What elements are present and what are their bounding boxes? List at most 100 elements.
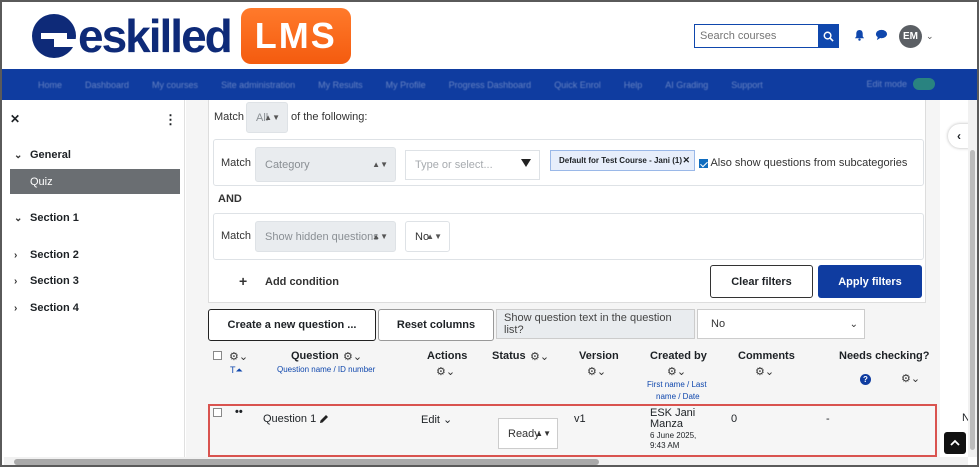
select-all-checkbox[interactable] xyxy=(213,351,222,360)
search-input[interactable] xyxy=(694,24,818,48)
subcategories-option[interactable]: Also show questions from subcategories xyxy=(699,157,907,169)
gear-icon[interactable]: ⚙⌄ xyxy=(530,350,549,363)
select-arrows-icon: ▲▼ xyxy=(535,429,551,438)
horizontal-scrollbar-thumb[interactable] xyxy=(14,459,599,465)
nav-item[interactable]: Dashboard xyxy=(85,80,129,90)
notifications-button[interactable] xyxy=(852,28,866,42)
nav-item[interactable]: My Results xyxy=(318,80,363,90)
status-select[interactable]: Ready ▲▼ xyxy=(498,418,558,449)
condition-field-select[interactable]: Show hidden questions ▲▼ xyxy=(255,221,396,252)
nav-item[interactable]: Support xyxy=(731,80,763,90)
sidebar-section-3[interactable]: › Section 3 xyxy=(14,275,79,287)
edit-mode-label: Edit mode xyxy=(866,79,907,89)
needs-checking-value: - xyxy=(826,413,830,425)
gear-icon[interactable]: ⚙⌄ xyxy=(343,350,362,363)
chip-label: Default for Test Course - Jani (1) xyxy=(559,156,682,165)
match-type-select[interactable]: All ▲▼ xyxy=(246,102,288,133)
created-by-sort-link-2[interactable]: name / Date xyxy=(656,392,700,401)
primary-navigation: Home Dashboard My courses Site administr… xyxy=(2,69,977,100)
edit-menu-label: Edit xyxy=(421,414,440,426)
subcategories-checkbox[interactable] xyxy=(699,158,708,168)
plus-icon[interactable]: + xyxy=(239,273,247,289)
sidebar-item-quiz[interactable]: Quiz xyxy=(10,169,180,194)
more-options-icon[interactable]: ⋮ xyxy=(164,112,177,128)
sidebar-section-1[interactable]: ⌄ Section 1 xyxy=(14,212,79,224)
add-condition-button[interactable]: Add condition xyxy=(265,276,339,288)
column-needs-checking: Needs checking? xyxy=(839,350,930,362)
condition-hidden: Match Show hidden questions ▲▼ No ▲▼ xyxy=(213,213,924,260)
logo-text: eskilled xyxy=(78,10,233,62)
sidebar-section-2[interactable]: › Section 2 xyxy=(14,249,79,261)
row-checkbox[interactable] xyxy=(213,408,222,417)
column-created-by: Created by xyxy=(650,350,707,362)
section-label: Section 3 xyxy=(30,275,79,287)
column-status: Status xyxy=(492,350,526,362)
nav-item[interactable]: My Profile xyxy=(386,80,426,90)
type-sort-link[interactable]: T⏶ xyxy=(230,365,243,376)
match-label: Match xyxy=(214,111,244,123)
show-text-value: No xyxy=(711,318,726,330)
condition-match-label: Match xyxy=(221,230,251,242)
version-value: v1 xyxy=(574,413,586,425)
remove-icon[interactable]: ✕ xyxy=(682,155,690,166)
column-comments: Comments xyxy=(738,350,795,362)
vertical-scrollbar-thumb[interactable] xyxy=(970,150,975,450)
gear-icon[interactable]: ⚙⌄ xyxy=(901,372,920,385)
create-question-button[interactable]: Create a new question ... xyxy=(208,309,376,341)
back-to-top-button[interactable] xyxy=(944,432,966,454)
nav-item[interactable]: Site administration xyxy=(221,80,295,90)
clear-filters-button[interactable]: Clear filters xyxy=(710,265,813,298)
nav-item[interactable]: Help xyxy=(624,80,643,90)
gear-icon[interactable]: ⚙⌄ xyxy=(587,365,606,378)
sidebar-section-general[interactable]: ⌄ General xyxy=(14,149,71,161)
section-label: Section 2 xyxy=(30,249,79,261)
search-icon xyxy=(823,31,834,42)
nav-item[interactable]: Quick Enrol xyxy=(554,80,601,90)
edit-mode-switch: Edit mode xyxy=(866,78,935,90)
nav-item[interactable]: Home xyxy=(38,80,62,90)
close-icon[interactable]: ✕ xyxy=(10,112,20,126)
created-by-sort-link-1[interactable]: First name / Last xyxy=(647,380,707,389)
messages-button[interactable] xyxy=(874,28,888,42)
condition-field-value: Show hidden questions xyxy=(265,230,379,243)
nav-item[interactable]: AI Grading xyxy=(665,80,708,90)
gear-icon[interactable]: ⚙⌄ xyxy=(667,365,686,378)
hidden-value-select[interactable]: No ▲▼ xyxy=(405,221,450,252)
condition-field-value: Category xyxy=(265,158,310,171)
comments-count[interactable]: 0 xyxy=(731,413,737,425)
column-question[interactable]: Question xyxy=(291,350,339,362)
user-avatar[interactable]: EM xyxy=(899,25,922,48)
section-label: Section 4 xyxy=(30,302,79,314)
drag-handle-icon[interactable]: •• xyxy=(235,406,243,418)
gear-icon[interactable]: ⚙⌄ xyxy=(755,365,774,378)
reset-columns-button[interactable]: Reset columns xyxy=(378,309,494,341)
nav-item[interactable]: My courses xyxy=(152,80,198,90)
show-text-select[interactable]: No ⌄ xyxy=(697,309,865,339)
apply-filters-button[interactable]: Apply filters xyxy=(818,265,922,298)
nav-item[interactable]: Progress Dashboard xyxy=(449,80,532,90)
gear-icon[interactable]: ⚙⌄ xyxy=(436,365,455,378)
question-name-text: Question 1 xyxy=(263,413,317,425)
condition-field-select[interactable]: Category ▲▼ xyxy=(255,147,396,182)
search-button[interactable] xyxy=(818,24,839,48)
select-arrows-icon: ▲▼ xyxy=(264,113,280,122)
dropdown-triangle-icon[interactable] xyxy=(521,159,531,167)
help-icon[interactable]: ? xyxy=(860,374,871,385)
pencil-icon[interactable] xyxy=(319,414,329,424)
selected-category-chip[interactable]: Default for Test Course - Jani (1) ✕ xyxy=(550,150,695,171)
gear-icon[interactable]: ⚙⌄ xyxy=(229,350,248,363)
table-row: •• Question 1 Edit ⌄ Ready ▲▼ v1 ESK Jan… xyxy=(208,404,937,457)
chat-bubble-icon xyxy=(875,29,887,41)
filter-panel: Match All ▲▼ of the following: Match Cat… xyxy=(208,100,926,303)
chevron-down-icon[interactable]: ⌄ xyxy=(926,31,934,42)
sidebar-section-4[interactable]: › Section 4 xyxy=(14,302,79,314)
question-sort-link[interactable]: Question name / ID number xyxy=(277,365,375,374)
site-logo[interactable]: eskilled LMS xyxy=(32,7,351,65)
main-content: Match All ▲▼ of the following: Match Cat… xyxy=(186,100,940,457)
site-header: eskilled LMS EM ⌄ xyxy=(2,2,977,69)
edit-mode-toggle[interactable] xyxy=(913,78,935,90)
open-block-drawer[interactable]: ‹ xyxy=(948,124,970,148)
question-name[interactable]: Question 1 xyxy=(263,413,329,425)
edit-menu[interactable]: Edit ⌄ xyxy=(421,413,452,426)
category-autocomplete[interactable]: Type or select... xyxy=(405,150,540,180)
